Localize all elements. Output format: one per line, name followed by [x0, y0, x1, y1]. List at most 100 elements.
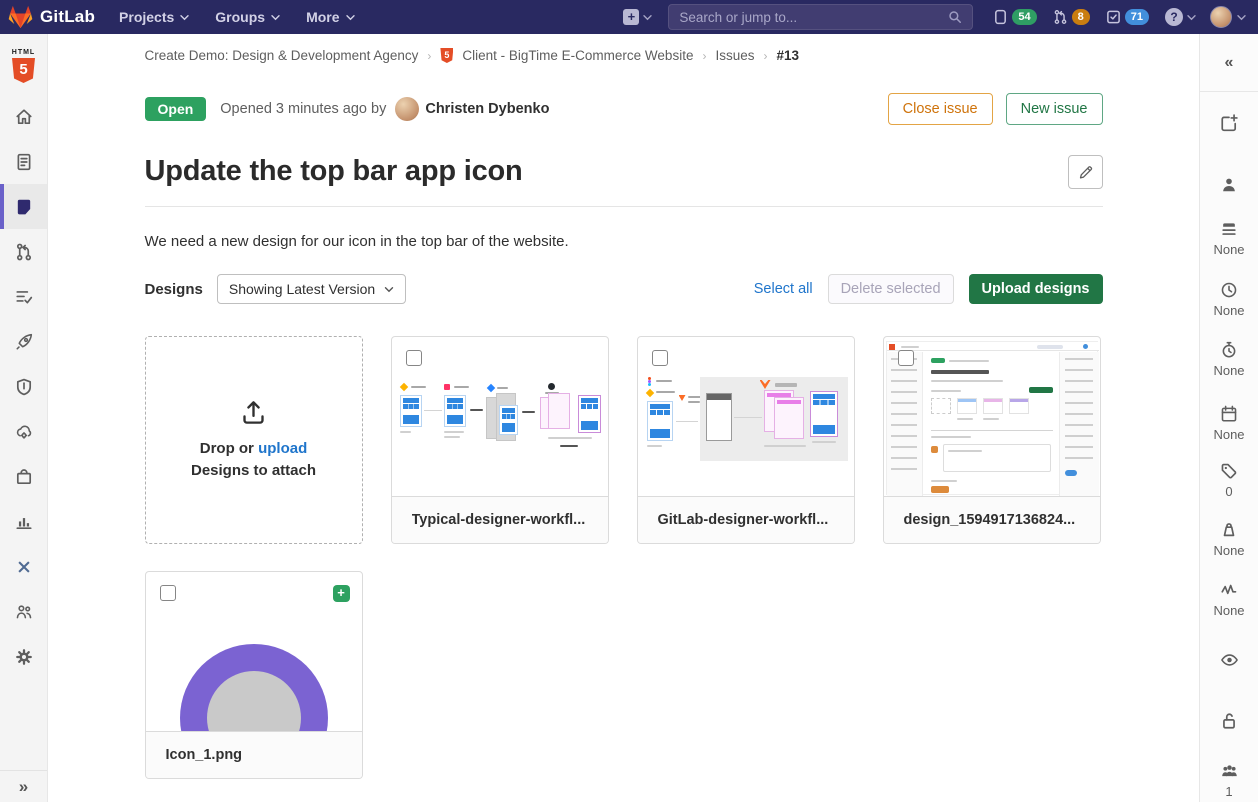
sketch-logo — [645, 389, 653, 397]
issue-status-row: Open Opened 3 minutes ago by Christen Dy… — [145, 93, 1103, 125]
breadcrumb-group[interactable]: Create Demo: Design & Development Agency — [145, 48, 419, 63]
todos-counter[interactable]: 71 — [1106, 9, 1149, 25]
thumb-shape — [1029, 387, 1053, 393]
close-issue-button[interactable]: Close issue — [888, 93, 993, 125]
sidebar-milestone[interactable]: None — [1200, 281, 1258, 318]
wireframe-card — [444, 395, 466, 427]
sidebar-item-repository[interactable] — [0, 139, 47, 184]
design-dropzone[interactable]: Drop or upload Designs to attach — [145, 336, 363, 544]
sidebar-item-project-overview[interactable] — [0, 94, 47, 139]
thumb-shape — [931, 446, 938, 453]
edit-title-button[interactable] — [1068, 155, 1103, 189]
design-checkbox[interactable] — [898, 350, 914, 366]
sidebar-time-tracking[interactable]: None — [1200, 341, 1258, 378]
author-avatar[interactable] — [395, 97, 419, 121]
design-thumbnail[interactable] — [146, 572, 362, 731]
health-pulse-icon — [1220, 581, 1238, 599]
expand-sidebar-button[interactable]: » — [0, 770, 47, 802]
design-thumbnail[interactable] — [638, 337, 854, 496]
nav-more[interactable]: More — [306, 9, 354, 25]
stopwatch-icon — [1220, 341, 1238, 359]
sidebar-weight[interactable]: None — [1200, 521, 1258, 558]
sidebar-item-merge-requests[interactable] — [0, 229, 47, 274]
merge-request-icon — [1053, 9, 1068, 25]
help-menu[interactable]: ? — [1165, 8, 1196, 26]
new-menu-button[interactable]: + — [623, 9, 652, 25]
design-checkbox[interactable] — [652, 350, 668, 366]
slack-label — [522, 411, 535, 413]
thumb-shape — [656, 391, 675, 393]
design-card: GitLab-designer-workfl... — [637, 336, 855, 544]
chevron-down-icon — [271, 14, 280, 21]
sidebar-labels[interactable]: 0 — [1200, 462, 1258, 499]
gitlab-logo-text: GitLab — [40, 7, 95, 27]
author-name[interactable]: Christen Dybenko — [425, 101, 549, 117]
breadcrumb-project[interactable]: Client - BigTime E-Commerce Website — [462, 48, 693, 63]
design-checkbox[interactable] — [406, 350, 422, 366]
sidebar-confidentiality[interactable] — [1200, 712, 1258, 730]
thumb-shape — [548, 437, 592, 439]
nav-groups[interactable]: Groups — [215, 9, 280, 25]
sidebar-item-jira-integration[interactable] — [0, 544, 47, 589]
delete-selected-button[interactable]: Delete selected — [828, 274, 954, 304]
thumb-shape — [444, 431, 464, 433]
search-input[interactable]: Search or jump to... — [668, 4, 973, 30]
sidebar-item-cicd[interactable] — [0, 319, 47, 364]
sidebar-due-date[interactable]: None — [1200, 405, 1258, 442]
design-thumbnail[interactable] — [392, 337, 608, 496]
todo-count-badge: 71 — [1125, 9, 1149, 25]
sidebar-item-issues[interactable] — [0, 184, 47, 229]
upload-link[interactable]: upload — [258, 440, 307, 457]
sidebar-health-status[interactable]: None — [1200, 581, 1258, 618]
thumb-shape — [948, 450, 982, 452]
sidebar-assignee[interactable] — [1200, 176, 1258, 194]
sidebar-todo-button[interactable] — [1200, 114, 1258, 132]
breadcrumb-issues[interactable]: Issues — [715, 48, 754, 63]
project-mini-avatar: 5 — [440, 48, 453, 63]
select-all-link[interactable]: Select all — [754, 281, 813, 297]
project-avatar[interactable]: HTML 5 — [7, 49, 41, 83]
shield-icon — [15, 378, 33, 396]
chevron-down-icon — [180, 14, 189, 21]
design-checkbox[interactable] — [160, 585, 176, 601]
thumb-shape — [931, 480, 957, 482]
issue-meta: Opened 3 minutes ago by Christen Dybenko — [220, 97, 549, 121]
new-issue-button[interactable]: New issue — [1006, 93, 1103, 125]
issue-description: We need a new design for our icon in the… — [145, 233, 1103, 250]
opened-text: Opened 3 minutes ago by — [220, 101, 386, 117]
collapse-sidebar-button[interactable]: « — [1200, 34, 1258, 92]
sidebar-item-members[interactable] — [0, 589, 47, 634]
upload-icon — [240, 399, 267, 426]
upload-designs-button[interactable]: Upload designs — [969, 274, 1103, 304]
gitlab-plugin-logo — [679, 395, 686, 401]
merge-requests-counter[interactable]: 8 — [1053, 9, 1090, 25]
sidebar-participants[interactable]: 1 — [1200, 762, 1258, 799]
chevron-down-icon — [1187, 14, 1196, 21]
thumb-shape — [889, 344, 895, 350]
gear-icon — [15, 648, 33, 666]
thumb-shape — [400, 431, 411, 433]
version-filter-value: Showing Latest Version — [229, 281, 375, 297]
breadcrumb-separator: › — [702, 49, 706, 63]
version-filter-dropdown[interactable]: Showing Latest Version — [217, 274, 406, 304]
eye-icon — [1220, 651, 1239, 669]
nav-more-label: More — [306, 9, 339, 25]
workflow-diagram — [646, 377, 848, 463]
sidebar-item-security[interactable] — [0, 364, 47, 409]
sidebar-epic[interactable]: None — [1200, 220, 1258, 257]
design-thumbnail[interactable] — [884, 337, 1100, 496]
user-menu[interactable] — [1210, 6, 1246, 28]
sidebar-notifications[interactable] — [1200, 651, 1258, 669]
thumb-shape — [411, 386, 426, 388]
nav-projects[interactable]: Projects — [119, 9, 189, 25]
sidebar-item-requirements[interactable] — [0, 274, 47, 319]
figma-logo — [648, 383, 651, 386]
epic-icon — [1220, 220, 1238, 238]
invision-logo — [444, 384, 450, 390]
sidebar-item-analytics[interactable] — [0, 499, 47, 544]
gitlab-logo[interactable]: GitLab — [8, 5, 95, 29]
sidebar-item-packages[interactable] — [0, 454, 47, 499]
issues-counter[interactable]: 54 — [993, 9, 1036, 25]
sidebar-item-settings[interactable] — [0, 634, 47, 679]
sidebar-item-operations[interactable] — [0, 409, 47, 454]
